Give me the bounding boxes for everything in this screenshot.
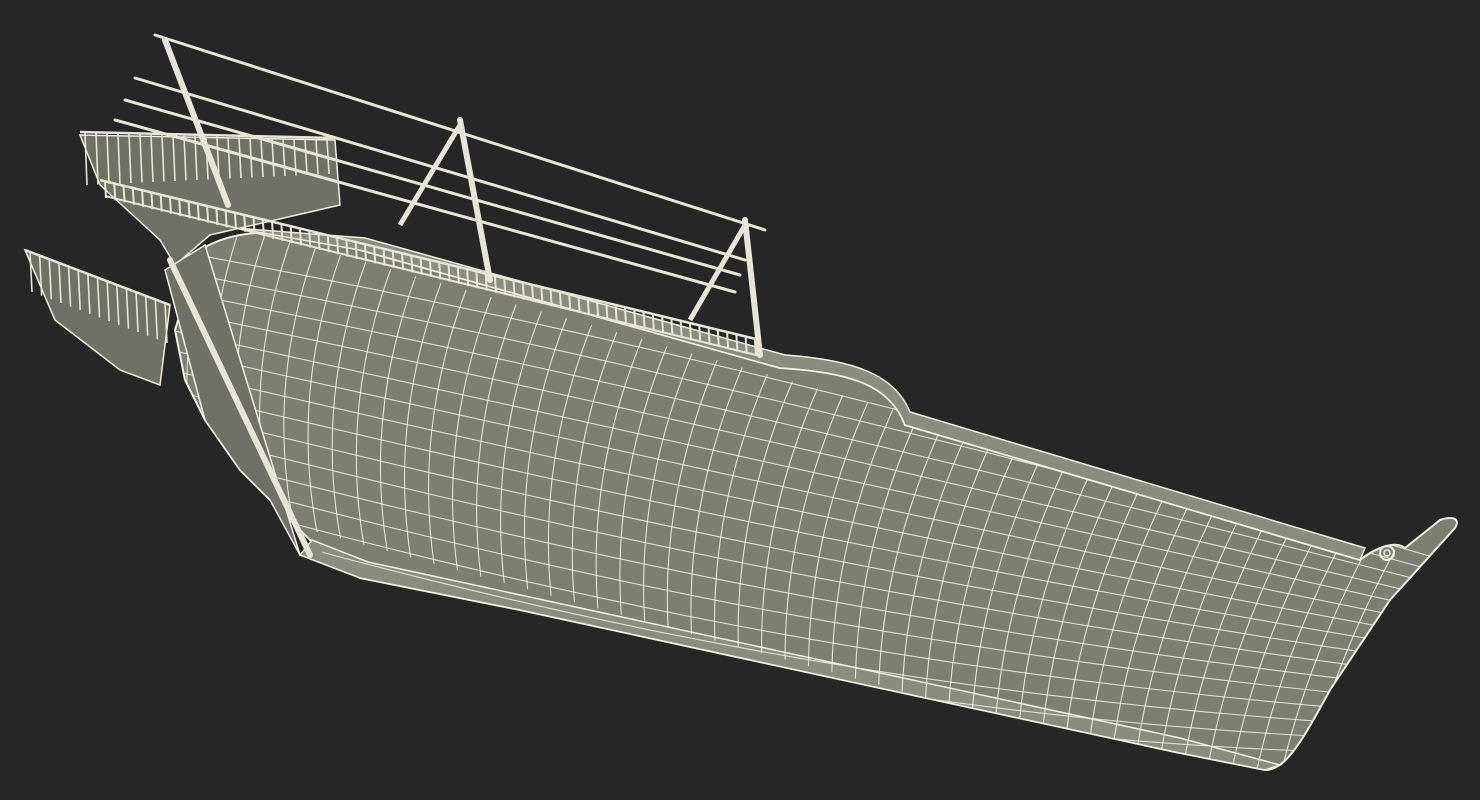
- baluster: [271, 222, 275, 239]
- baluster: [438, 263, 442, 280]
- baluster: [113, 184, 117, 201]
- baluster: [716, 330, 720, 348]
- hull-side-surface: [173, 231, 1458, 772]
- baluster: [689, 324, 692, 341]
- baluster: [679, 321, 683, 339]
- baluster: [326, 236, 330, 253]
- baluster: [317, 233, 321, 250]
- baluster: [503, 278, 507, 296]
- baluster: [651, 315, 655, 332]
- baluster: [196, 204, 200, 221]
- baluster: [401, 254, 405, 271]
- baluster: [466, 269, 470, 287]
- baluster: [289, 227, 293, 244]
- baluster: [549, 290, 553, 307]
- baluster: [642, 312, 646, 329]
- baluster: [345, 240, 349, 257]
- baluster: [633, 310, 637, 327]
- baluster: [540, 288, 544, 305]
- baluster: [475, 272, 479, 289]
- baluster: [206, 206, 210, 223]
- baluster: [178, 199, 182, 217]
- baluster: [150, 193, 154, 210]
- baluster: [744, 337, 748, 354]
- baluster: [521, 283, 525, 300]
- stern-lower-balcony: [23, 248, 171, 387]
- baluster: [354, 242, 358, 260]
- baluster: [243, 215, 247, 232]
- baluster: [559, 292, 562, 309]
- baluster: [187, 202, 191, 219]
- hull: [173, 227, 1458, 772]
- baluster: [661, 317, 665, 334]
- baluster: [447, 265, 451, 282]
- baluster: [141, 190, 145, 208]
- rigging-brace: [687, 223, 748, 322]
- baluster: [169, 197, 172, 214]
- baluster: [373, 247, 377, 264]
- baluster: [391, 251, 395, 269]
- ship-wireframe-render: [23, 33, 1458, 772]
- baluster: [624, 308, 627, 325]
- baluster: [308, 231, 312, 248]
- baluster: [735, 335, 739, 352]
- baluster: [131, 188, 135, 205]
- baluster: [104, 181, 107, 199]
- baluster: [382, 249, 386, 266]
- baluster: [122, 186, 126, 203]
- baluster: [726, 333, 730, 350]
- baluster: [419, 258, 423, 275]
- baluster: [234, 213, 237, 230]
- baluster: [280, 224, 284, 241]
- baluster: [364, 245, 367, 262]
- baluster: [261, 220, 265, 237]
- baluster: [698, 326, 702, 343]
- baluster: [605, 303, 609, 320]
- baluster: [512, 281, 516, 298]
- baluster: [577, 297, 581, 314]
- baluster: [568, 294, 572, 311]
- baluster: [224, 211, 228, 228]
- baluster: [159, 195, 163, 212]
- baluster: [670, 319, 674, 336]
- baluster: [429, 260, 432, 278]
- baluster: [707, 328, 711, 345]
- baluster: [252, 218, 256, 235]
- baluster: [614, 306, 618, 323]
- baluster: [456, 267, 460, 284]
- render-viewport: [0, 0, 1480, 800]
- baluster: [531, 285, 535, 302]
- baluster: [586, 299, 590, 316]
- baluster: [596, 301, 600, 318]
- rigging-pole: [742, 217, 763, 358]
- baluster: [336, 238, 340, 255]
- baluster: [494, 276, 497, 293]
- baluster: [215, 209, 219, 226]
- baluster: [410, 256, 414, 273]
- baluster: [299, 229, 302, 246]
- rigging-brace: [397, 123, 463, 227]
